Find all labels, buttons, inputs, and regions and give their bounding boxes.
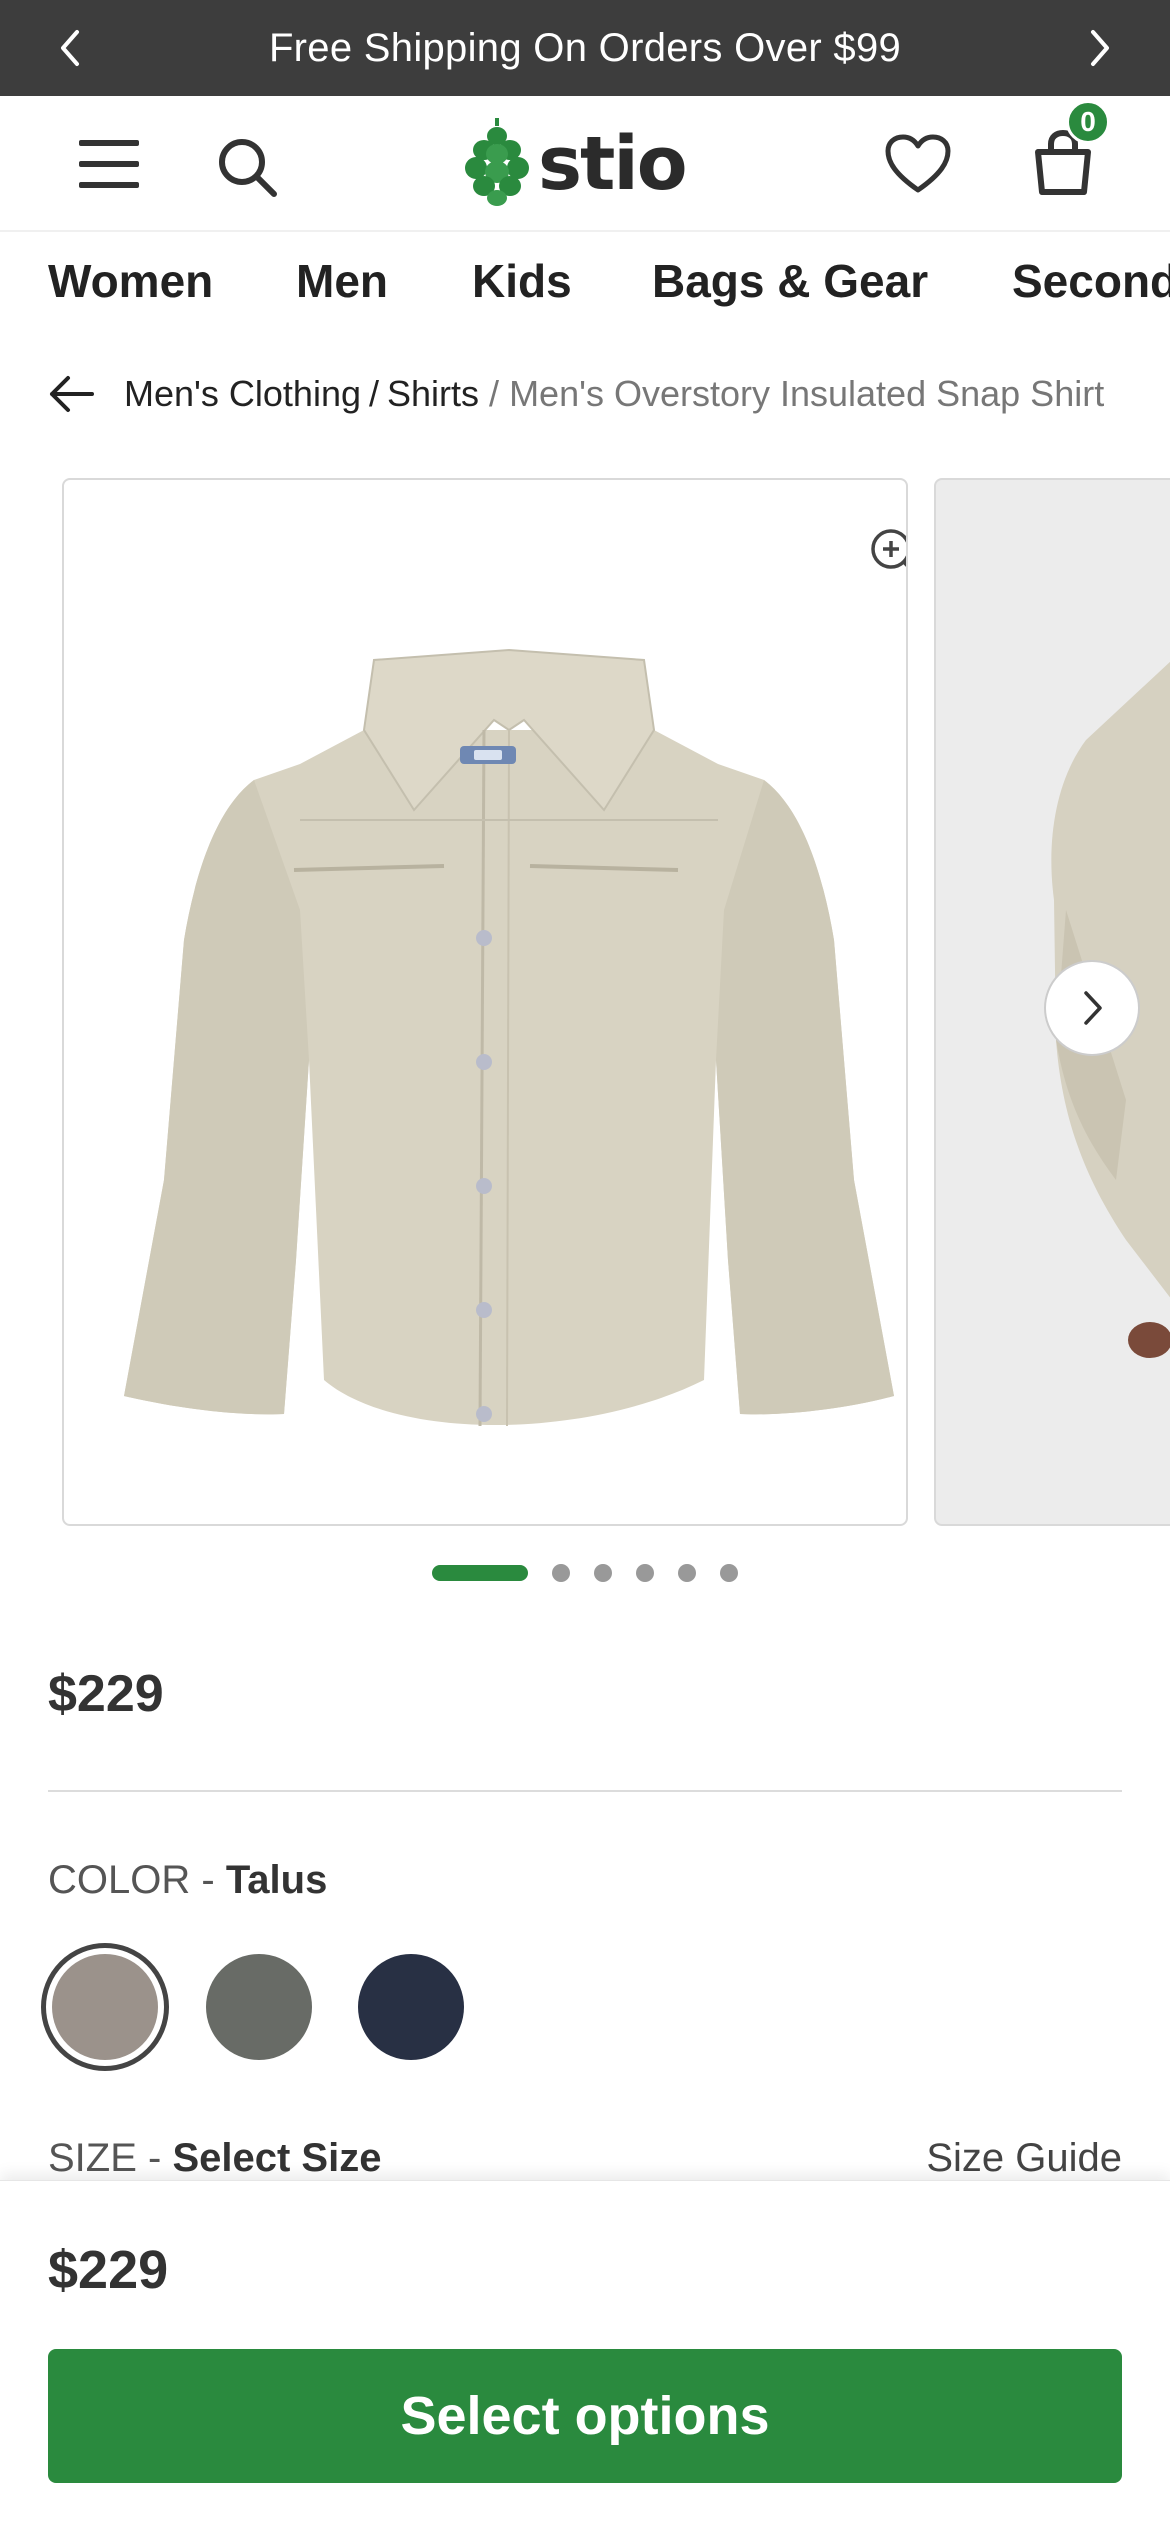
promo-bar: Free Shipping On Orders Over $99 — [0, 0, 1170, 96]
divider — [48, 1790, 1122, 1792]
chevron-right-icon[interactable] — [1074, 22, 1126, 74]
breadcrumb: Men's Clothing / Shirts / Men's Overstor… — [48, 366, 1104, 422]
logo-wordmark: stio — [538, 121, 688, 207]
carousel-dot[interactable] — [720, 1564, 738, 1582]
product-image-gallery[interactable] — [0, 474, 1170, 1526]
nav-item-second[interactable]: Second — [1012, 254, 1170, 308]
heart-icon[interactable] — [882, 128, 954, 200]
breadcrumb-separator: / — [369, 373, 380, 414]
hamburger-menu-icon[interactable] — [72, 132, 146, 196]
nav-item-bags-gear[interactable]: Bags & Gear — [652, 254, 928, 308]
carousel-dot[interactable] — [678, 1564, 696, 1582]
breadcrumb-shirts[interactable]: Shirts — [387, 373, 479, 415]
shirt-image — [124, 648, 894, 1427]
size-label: SIZE - Select Size — [48, 2136, 382, 2180]
sticky-add-to-cart-bar: $229 Select options — [0, 2180, 1170, 2532]
nav-item-women[interactable]: Women — [48, 254, 213, 308]
breadcrumb-mens-clothing[interactable]: Men's Clothing — [124, 373, 361, 415]
breadcrumb-current-product: Men's Overstory Insulated Snap Shirt — [509, 373, 1105, 414]
select-options-button[interactable]: Select options — [48, 2349, 1122, 2483]
color-label: COLOR - Talus — [48, 1858, 328, 1902]
color-swatch-talus[interactable] — [41, 1943, 169, 2071]
size-selection-prompt: Select Size — [172, 2136, 382, 2180]
pinecone-icon — [462, 117, 532, 211]
size-guide-link[interactable]: Size Guide — [926, 2136, 1122, 2181]
gallery-next-button[interactable] — [1044, 960, 1140, 1056]
arrow-left-icon[interactable] — [48, 369, 98, 419]
sticky-price: $229 — [48, 2240, 169, 2300]
carousel-dot-active[interactable] — [432, 1565, 528, 1581]
promo-text[interactable]: Free Shipping On Orders Over $99 — [269, 26, 901, 71]
product-image-main[interactable] — [62, 478, 908, 1526]
color-swatch-gray[interactable] — [206, 1954, 312, 2060]
search-icon[interactable] — [212, 132, 282, 202]
nav-item-kids[interactable]: Kids — [472, 254, 572, 308]
cart-count-badge: 0 — [1066, 100, 1110, 144]
color-swatch-navy[interactable] — [358, 1954, 464, 2060]
chevron-left-icon[interactable] — [44, 22, 96, 74]
product-price: $229 — [48, 1665, 164, 1723]
category-nav: Women Men Kids Bags & Gear Second — [0, 240, 1170, 330]
carousel-dot[interactable] — [594, 1564, 612, 1582]
selected-color-name: Talus — [225, 1858, 328, 1902]
site-header: stio — [0, 96, 1170, 232]
carousel-dot[interactable] — [636, 1564, 654, 1582]
zoom-in-icon[interactable] — [866, 524, 906, 584]
nav-item-men[interactable]: Men — [296, 254, 388, 308]
carousel-dot[interactable] — [552, 1564, 570, 1582]
carousel-indicator — [0, 1560, 1170, 1584]
breadcrumb-separator: / — [489, 373, 500, 414]
stio-logo[interactable]: stio — [462, 116, 688, 212]
